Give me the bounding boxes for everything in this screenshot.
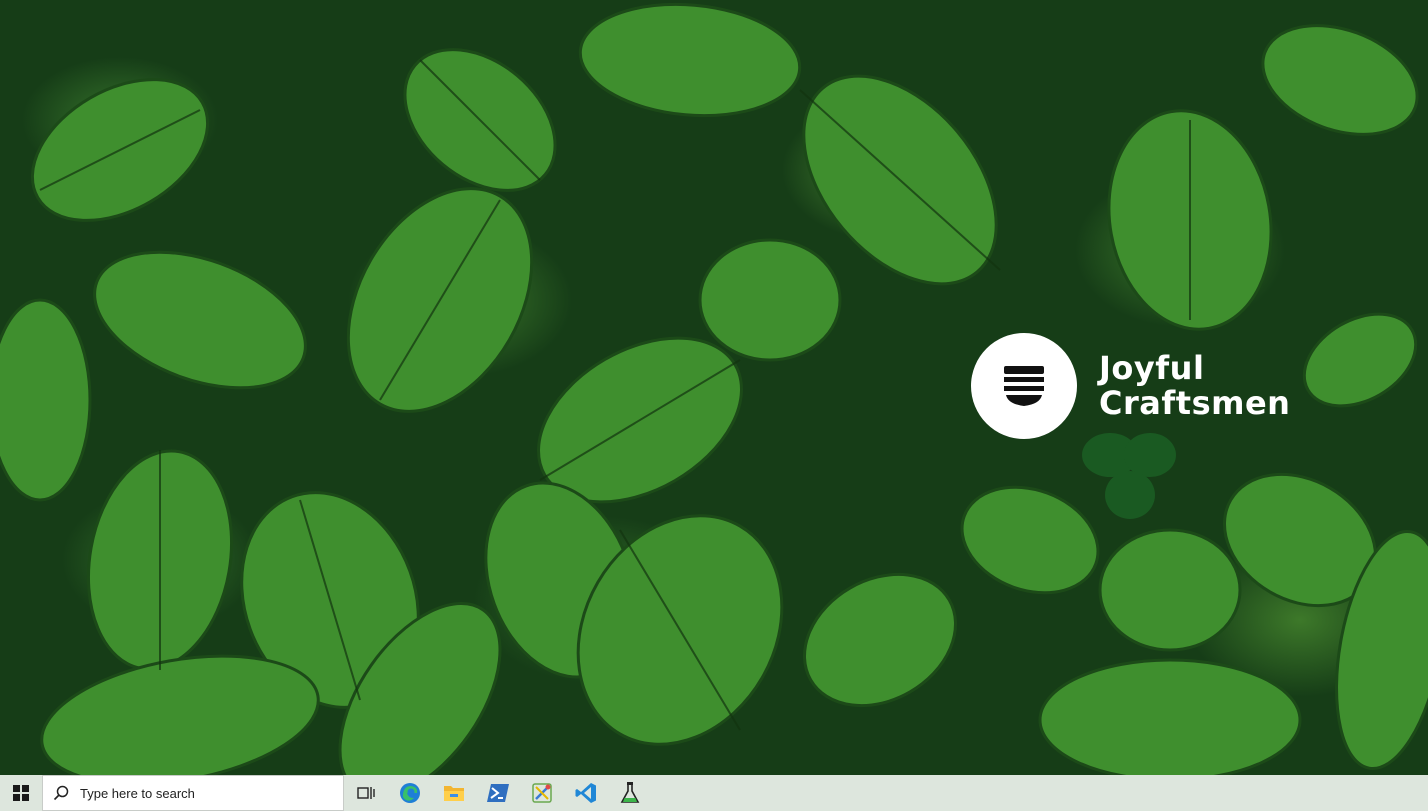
start-button[interactable]: [0, 775, 42, 811]
stacked-bowl-icon: [1004, 366, 1044, 406]
vscode-icon: [575, 783, 596, 803]
edge-taskbar-button[interactable]: [388, 775, 432, 811]
logo-text-line1: Joyful: [1099, 349, 1205, 387]
windows-start-icon: [13, 785, 29, 801]
powershell-icon: [487, 784, 509, 802]
desktop-wallpaper: Joyful Craftsmen: [0, 0, 1428, 775]
file-explorer-taskbar-button[interactable]: [432, 775, 476, 811]
tool-app-taskbar-button[interactable]: [520, 775, 564, 811]
search-icon: [53, 784, 71, 802]
brand-logo: Joyful Craftsmen: [971, 333, 1290, 439]
taskbar-search-box[interactable]: Type here to search: [42, 775, 344, 811]
task-view-icon: [357, 787, 375, 799]
search-placeholder: Type here to search: [80, 785, 195, 801]
logo-text-line2: Craftsmen: [1099, 384, 1291, 422]
taskbar: Type here to search: [0, 775, 1428, 811]
file-explorer-icon: [444, 786, 464, 801]
flask-app-icon: [620, 782, 640, 803]
powershell-taskbar-button[interactable]: [476, 775, 520, 811]
task-view-button[interactable]: [344, 775, 388, 811]
edge-icon: [400, 783, 420, 803]
vscode-taskbar-button[interactable]: [564, 775, 608, 811]
tool-app-icon: [532, 783, 552, 803]
flask-app-taskbar-button[interactable]: [608, 775, 652, 811]
logo-mark: [971, 333, 1077, 439]
